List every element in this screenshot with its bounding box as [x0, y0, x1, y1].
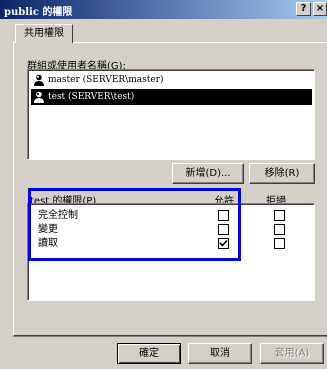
- apply-button[interactable]: 套用(A): [260, 343, 324, 364]
- allow-checkbox-change[interactable]: [218, 224, 229, 235]
- user-name: test (SERVER\test): [48, 92, 135, 102]
- permission-name: 變更: [38, 224, 58, 235]
- permission-row-change: 變更: [38, 223, 318, 237]
- remove-button[interactable]: 移除(R): [249, 163, 315, 184]
- permissions-dialog: public 的權限 ? × 共用權限 群組或使用者名稱(G): master …: [0, 0, 327, 369]
- user-icon: [34, 91, 44, 103]
- deny-checkbox-change[interactable]: [274, 224, 285, 235]
- list-item-test[interactable]: test (SERVER\test): [31, 89, 312, 105]
- deny-checkbox-full-control[interactable]: [274, 210, 285, 221]
- users-list[interactable]: master (SERVER\master) test (SERVER\test…: [27, 69, 315, 160]
- divider: [13, 336, 327, 337]
- add-button[interactable]: 新增(D)...: [172, 163, 244, 184]
- help-button[interactable]: ?: [296, 2, 311, 16]
- window-title: public 的權限: [4, 7, 73, 18]
- permission-name: 讀取: [38, 238, 58, 249]
- permission-row-full-control: 完全控制: [38, 209, 318, 223]
- list-item-master[interactable]: master (SERVER\master): [31, 72, 312, 88]
- close-button[interactable]: ×: [313, 2, 327, 16]
- checkmark-icon: [219, 239, 228, 247]
- tab-share-permissions[interactable]: 共用權限: [15, 24, 73, 43]
- title-bar[interactable]: public 的權限 ? ×: [0, 0, 327, 19]
- ok-button[interactable]: 確定: [117, 343, 181, 364]
- cancel-button[interactable]: 取消: [188, 343, 252, 364]
- permissions-list: 完全控制 變更 讀取: [27, 203, 315, 301]
- user-name: master (SERVER\master): [48, 75, 164, 85]
- permission-name: 完全控制: [38, 210, 78, 221]
- allow-checkbox-full-control[interactable]: [218, 210, 229, 221]
- permission-row-read: 讀取: [38, 237, 318, 251]
- allow-checkbox-read[interactable]: [218, 238, 229, 249]
- user-icon: [34, 74, 44, 86]
- deny-checkbox-read[interactable]: [274, 238, 285, 249]
